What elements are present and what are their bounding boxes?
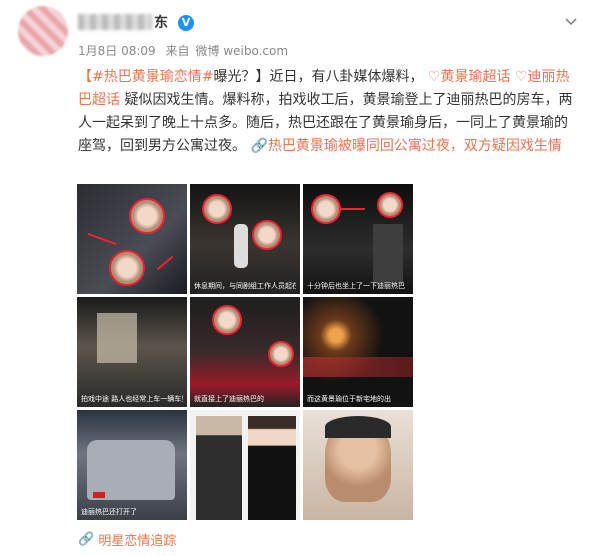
image-caption: 迪丽热巴还打开了 <box>81 508 137 516</box>
person-photo-right <box>248 416 296 520</box>
image-caption: 就直接上了迪丽热巴的 <box>194 395 264 403</box>
post-meta: 1月8日 08:09 来自 微博 weibo.com <box>78 42 294 59</box>
highlight-circle <box>212 305 242 335</box>
highlight-circle <box>129 198 165 234</box>
highlight-circle <box>377 192 403 218</box>
highlight-circle <box>109 250 145 286</box>
username-suffix: 东 <box>154 15 168 31</box>
image-grid: 休息期间，与同剧组工作人员起在此 十分钟后也坐上了一下迪丽热巴 拍戏中途 路人也… <box>77 184 413 520</box>
highlight-circle <box>311 194 341 224</box>
image-caption: 十分钟后也坐上了一下迪丽热巴 <box>307 282 405 290</box>
avatar[interactable] <box>18 6 68 56</box>
post-image-6[interactable]: 而这黄景瑜位于新宅地的出 <box>303 297 413 407</box>
post-image-2[interactable]: 休息期间，与同剧组工作人员起在此 <box>190 184 300 294</box>
post-image-4[interactable]: 拍戏中途 路人也经常上车一辆车里停车 <box>77 297 187 407</box>
vehicle-shape <box>373 224 403 284</box>
car-light <box>93 492 105 498</box>
topic-icon: ♡ <box>427 69 441 85</box>
image-caption: 而这黄景瑜位于新宅地的出 <box>307 395 391 403</box>
post-date[interactable]: 1月8日 08:09 <box>78 44 156 58</box>
verified-badge-icon: V <box>178 15 194 31</box>
weibo-post-card: 东 V 1月8日 08:09 来自 微博 weibo.com 【#热巴黄景瑜恋情#… <box>0 0 596 556</box>
post-text: 【#热巴黄景瑜恋情#曝光？】近日，有八卦媒体爆料， ♡黄景瑜超话 ♡迪丽热巴超话… <box>78 66 578 158</box>
footer-topic-label: 明星恋情追踪 <box>98 534 177 549</box>
username-mosaic <box>78 14 152 30</box>
window-shape <box>97 313 137 363</box>
image-caption: 休息期间，与同剧组工作人员起在此 <box>194 282 296 290</box>
post-image-8[interactable] <box>190 410 300 520</box>
image-caption: 拍戏中途 路人也经常上车一辆车里停车 <box>81 395 183 403</box>
chevron-down-icon[interactable] <box>564 14 578 28</box>
post-source[interactable]: 微博 weibo.com <box>196 44 289 58</box>
text-after-tag: 曝光？】近日，有八卦媒体爆料， <box>213 69 424 85</box>
person-photo-left <box>196 416 242 520</box>
footer-topic[interactable]: 🔗 明星恋情追踪 <box>78 530 176 549</box>
link-icon: 🔗 <box>250 138 268 154</box>
portrait-hair <box>325 416 391 438</box>
figure-shape <box>234 224 248 268</box>
post-image-3[interactable]: 十分钟后也坐上了一下迪丽热巴 <box>303 184 413 294</box>
post-image-9[interactable] <box>303 410 413 520</box>
article-link[interactable]: 热巴黄景瑜被曝同回公寓过夜，双方疑因戏生情 <box>268 138 562 154</box>
post-image-1[interactable] <box>77 184 187 294</box>
post-image-7[interactable]: 迪丽热巴还打开了 <box>77 410 187 520</box>
car-shape <box>87 440 175 500</box>
tail-light-shape <box>303 357 413 377</box>
link-icon: 🔗 <box>78 532 99 547</box>
topic-icon: ♡ <box>514 69 528 85</box>
topic-link-1[interactable]: 黄景瑜超话 <box>440 69 510 85</box>
annotation-arrow <box>87 232 117 246</box>
post-image-5[interactable]: 就直接上了迪丽热巴的 <box>190 297 300 407</box>
highlight-circle <box>268 341 294 367</box>
hashtag-link[interactable]: 【#热巴黄景瑜恋情# <box>78 69 213 85</box>
source-prefix: 来自 <box>165 44 190 58</box>
annotation-arrow <box>341 208 365 210</box>
highlight-circle <box>202 194 232 224</box>
highlight-circle <box>252 220 282 250</box>
username[interactable]: 东 <box>78 12 168 32</box>
annotation-arrow <box>156 255 174 271</box>
